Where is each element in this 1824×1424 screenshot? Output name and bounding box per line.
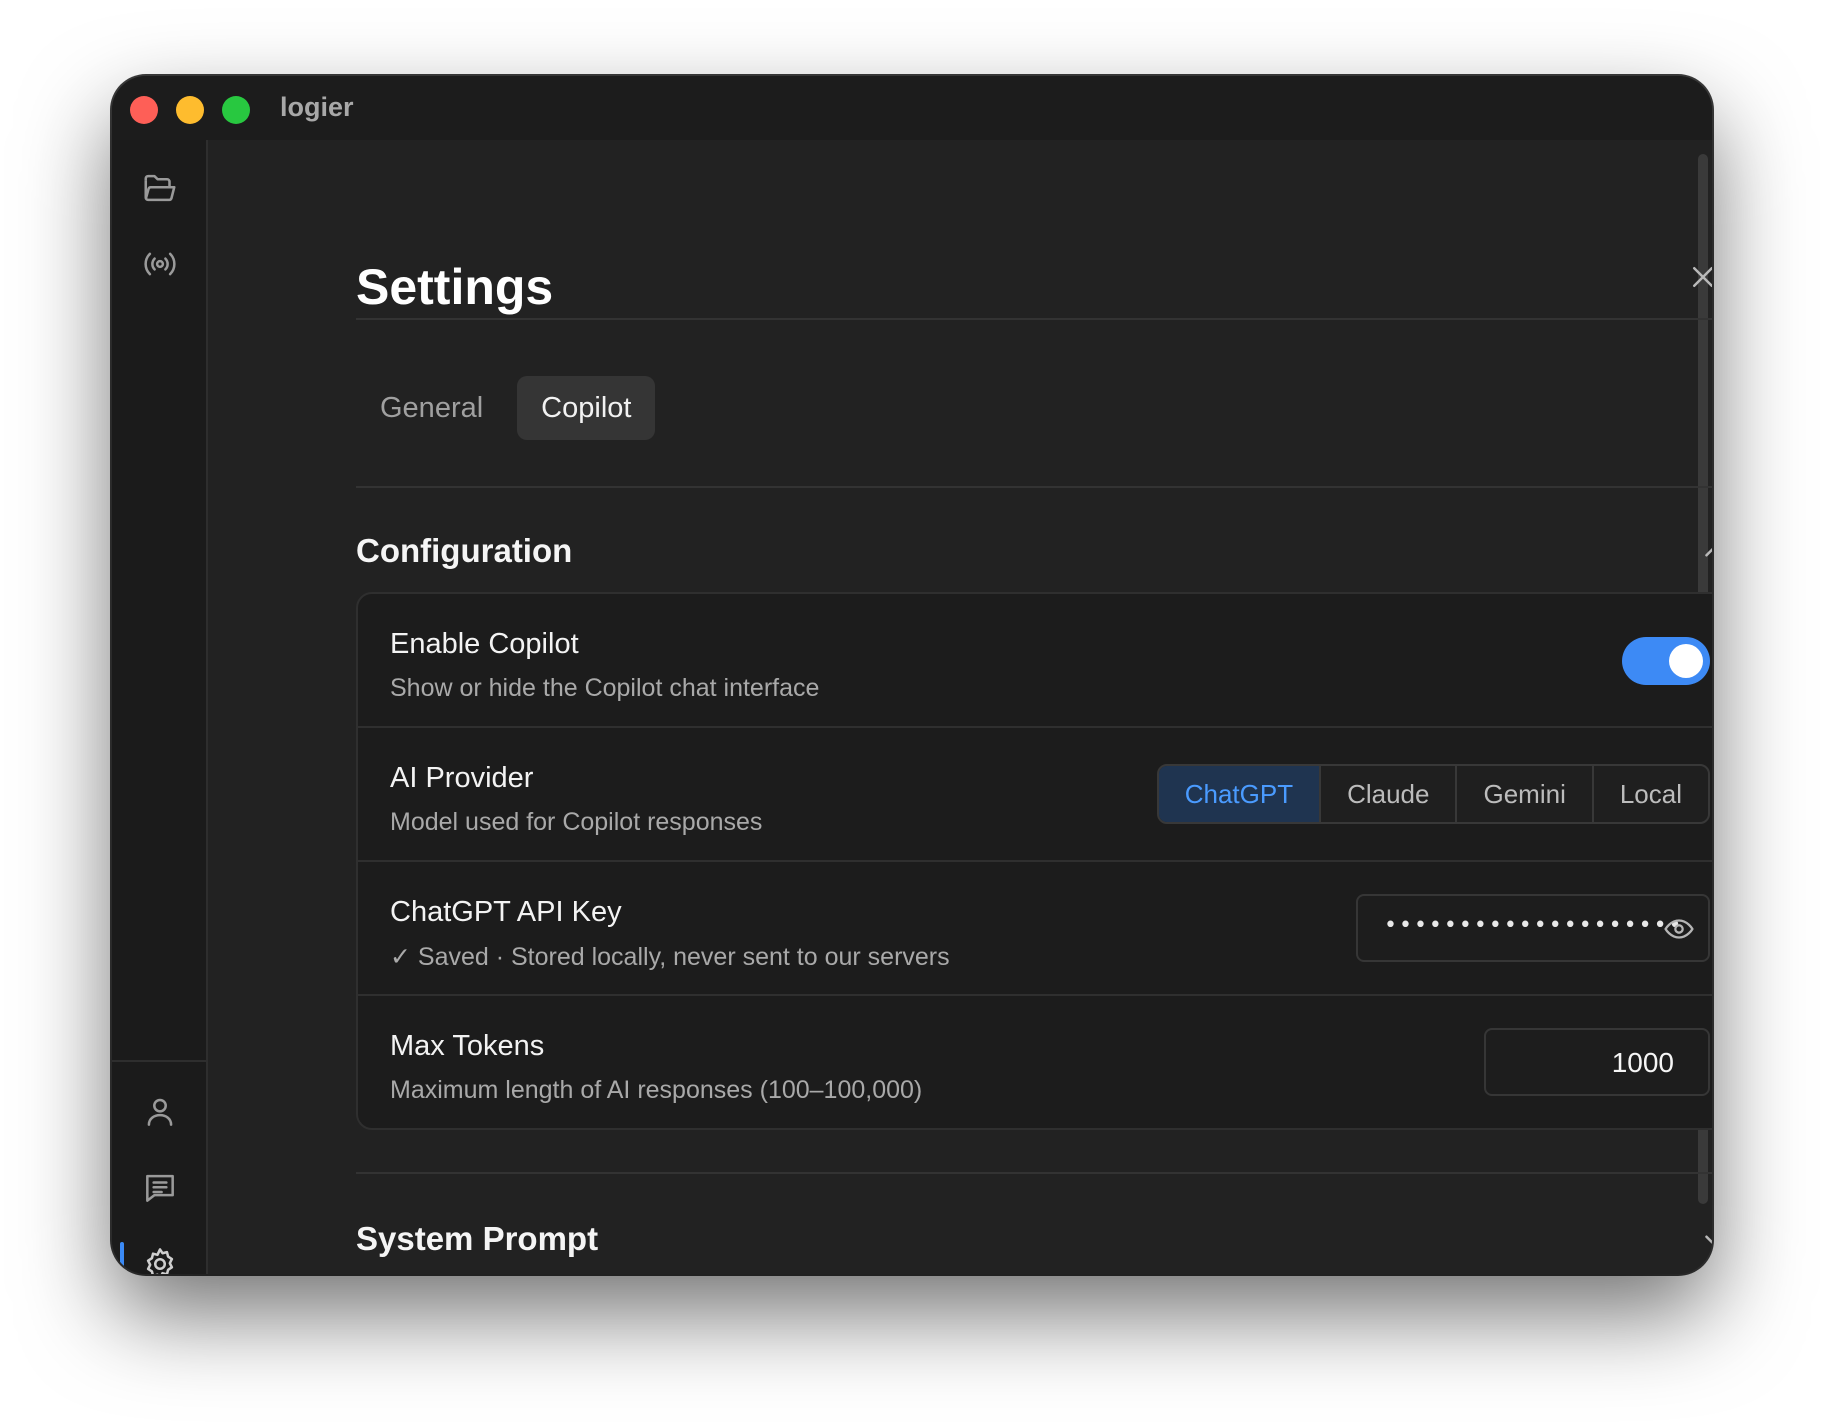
- provider-option-local[interactable]: Local: [1591, 766, 1708, 822]
- active-indicator: [120, 1242, 124, 1274]
- provider-option-chatgpt[interactable]: ChatGPT: [1158, 766, 1320, 822]
- api-key-row: ChatGPT API Key ✓ Saved · Stored locally…: [358, 862, 1712, 996]
- api-key-label: ChatGPT API Key: [390, 896, 622, 928]
- sidebar-divider: [112, 1060, 206, 1062]
- section-divider: [356, 1172, 1712, 1174]
- configuration-card: Enable Copilot Show or hide the Copilot …: [356, 592, 1712, 1130]
- provider-option-claude[interactable]: Claude: [1319, 766, 1455, 822]
- max-tokens-row: Max Tokens Maximum length of AI response…: [358, 996, 1712, 1128]
- ai-provider-selector: ChatGPT Claude Gemini Local: [1156, 764, 1710, 824]
- api-key-field[interactable]: ••••••••••••••••••••: [1356, 894, 1710, 962]
- eye-icon[interactable]: [1662, 912, 1696, 946]
- toggle-knob: [1669, 644, 1703, 678]
- gear-icon[interactable]: [134, 1238, 186, 1274]
- enable-copilot-toggle[interactable]: [1622, 637, 1710, 685]
- tab-copilot[interactable]: Copilot: [517, 376, 656, 440]
- provider-option-gemini[interactable]: Gemini: [1455, 766, 1591, 822]
- sidebar: [112, 140, 208, 1274]
- system-prompt-section-title[interactable]: System Prompt: [356, 1220, 598, 1258]
- app-title: logier: [280, 92, 354, 122]
- chevron-up-icon[interactable]: [1698, 534, 1712, 568]
- enable-copilot-row: Enable Copilot Show or hide the Copilot …: [358, 594, 1712, 728]
- max-tokens-input[interactable]: 1000: [1484, 1028, 1710, 1096]
- close-settings-button[interactable]: [1678, 252, 1712, 302]
- settings-panel: Settings General Copilot Configuration E…: [210, 140, 1712, 1274]
- close-window-button[interactable]: [130, 96, 158, 124]
- user-icon[interactable]: [134, 1086, 186, 1138]
- enable-copilot-label: Enable Copilot: [390, 628, 579, 660]
- configuration-section-title[interactable]: Configuration: [356, 532, 572, 570]
- message-icon[interactable]: [134, 1162, 186, 1214]
- title-divider: [356, 318, 1712, 320]
- max-tokens-label: Max Tokens: [390, 1030, 545, 1062]
- zoom-window-button[interactable]: [222, 96, 250, 124]
- max-tokens-description: Maximum length of AI responses (100–100,…: [390, 1076, 923, 1104]
- page-title: Settings: [356, 259, 554, 315]
- folder-open-icon[interactable]: [134, 162, 186, 214]
- api-key-masked-value: ••••••••••••••••••••: [1384, 913, 1684, 938]
- close-icon: [1693, 267, 1712, 287]
- ai-provider-label: AI Provider: [390, 762, 534, 794]
- ai-provider-row: AI Provider Model used for Copilot respo…: [358, 728, 1712, 862]
- app-window: logier Settings General Copilot Configur…: [112, 76, 1712, 1274]
- settings-tabs: General Copilot: [356, 376, 656, 440]
- enable-copilot-description: Show or hide the Copilot chat interface: [390, 674, 820, 702]
- tabs-divider: [356, 486, 1712, 488]
- title-bar: logier: [112, 76, 1712, 140]
- max-tokens-value: 1000: [1611, 1047, 1674, 1078]
- broadcast-icon[interactable]: [134, 238, 186, 290]
- ai-provider-description: Model used for Copilot responses: [390, 808, 763, 836]
- tab-general[interactable]: General: [356, 376, 507, 440]
- chevron-down-icon[interactable]: [1698, 1224, 1712, 1258]
- api-key-status: ✓ Saved · Stored locally, never sent to …: [390, 943, 950, 971]
- minimize-window-button[interactable]: [176, 96, 204, 124]
